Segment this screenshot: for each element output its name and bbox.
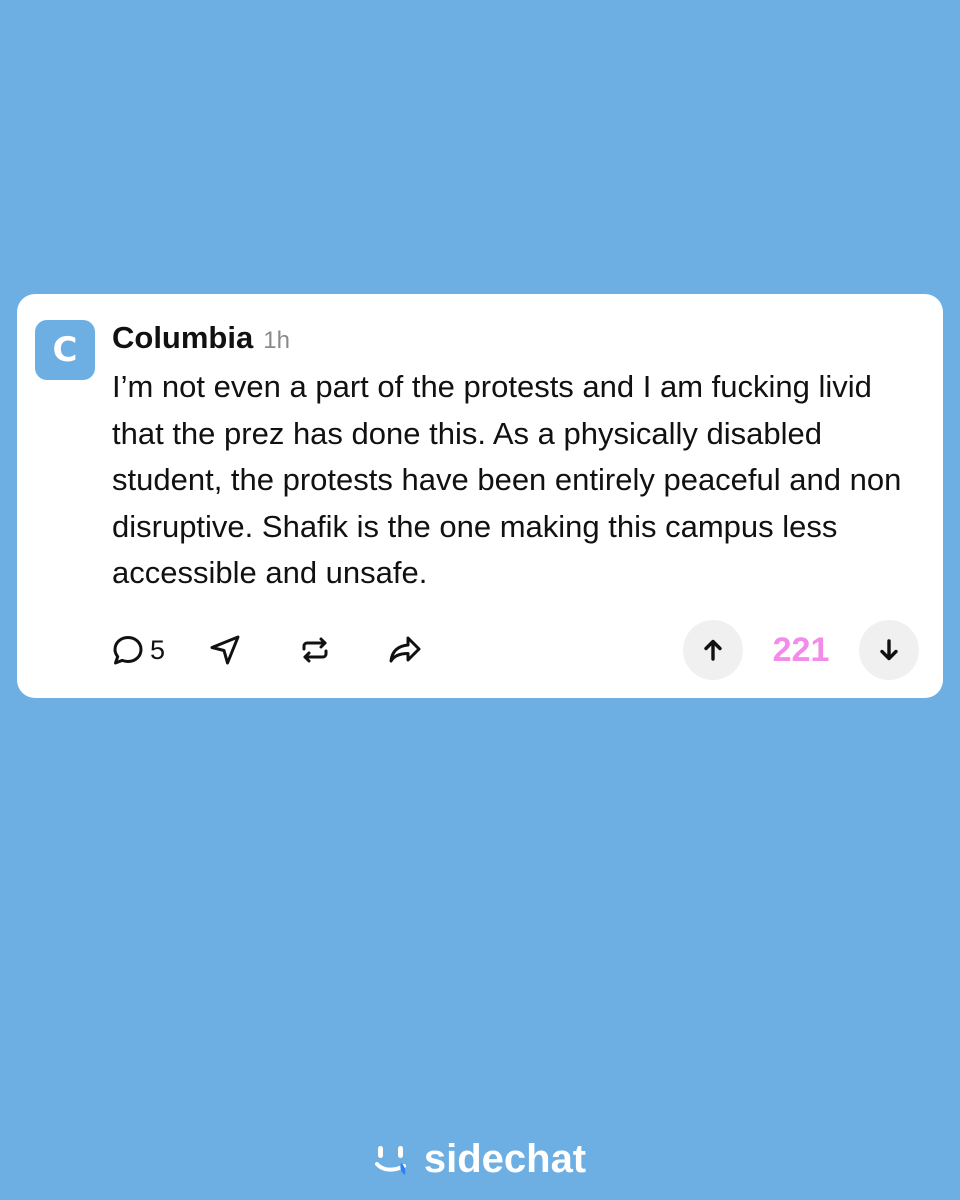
post-actions: 5: [112, 630, 423, 670]
brand-footer: sidechat: [0, 1137, 960, 1182]
send-button[interactable]: [207, 632, 243, 668]
group-avatar[interactable]: C: [35, 320, 95, 380]
repost-button[interactable]: [297, 632, 333, 668]
upvote-button[interactable]: [683, 620, 743, 680]
downvote-button[interactable]: [859, 620, 919, 680]
send-arrow-icon: [210, 635, 240, 665]
vote-controls: 221: [683, 620, 919, 680]
arrow-down-icon: [880, 639, 898, 661]
sidechat-logo-icon: [374, 1145, 406, 1175]
brand-name: sidechat: [423, 1137, 587, 1181]
post-timestamp: 1h: [263, 327, 290, 354]
vote-score: 221: [772, 630, 830, 669]
arrow-up-icon: [704, 639, 722, 661]
post-author[interactable]: Columbia: [112, 320, 253, 356]
post-card[interactable]: C Columbia 1h I’m not even a part of the…: [17, 294, 943, 698]
repost-icon: [302, 637, 328, 663]
share-button[interactable]: [387, 632, 423, 668]
post-header: Columbia 1h: [112, 320, 290, 356]
share-forward-icon: [389, 636, 421, 663]
post-body: I’m not even a part of the protests and …: [112, 369, 902, 590]
comment-count: 5: [150, 634, 166, 665]
comment-bubble-icon: [113, 636, 143, 665]
comment-button[interactable]: 5: [110, 632, 165, 668]
